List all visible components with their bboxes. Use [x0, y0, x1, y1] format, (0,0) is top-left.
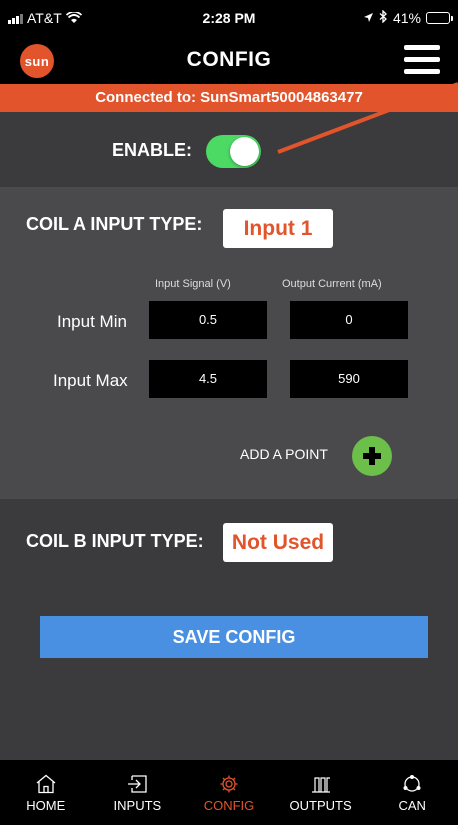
tab-home-label: HOME — [26, 798, 66, 813]
battery-label: 41% — [392, 10, 421, 26]
status-bar: AT&T 2:28 PM 41% — [0, 0, 458, 38]
tab-config-label: CONFIG — [203, 798, 255, 813]
tab-home[interactable]: HOME — [0, 760, 92, 825]
status-right: 41% — [363, 9, 453, 26]
can-icon — [366, 774, 458, 794]
enable-toggle[interactable] — [206, 135, 261, 168]
input-max-label: Input Max — [53, 371, 128, 390]
outputs-icon — [275, 774, 367, 794]
input-max-current-field[interactable]: 590 — [290, 360, 408, 398]
tab-config[interactable]: CONFIG — [183, 760, 275, 825]
input-max-signal-field[interactable]: 4.5 — [149, 360, 267, 398]
tab-inputs[interactable]: INPUTS — [92, 760, 184, 825]
enable-label: ENABLE: — [112, 140, 192, 160]
save-config-button[interactable]: SAVE CONFIG — [40, 616, 428, 658]
tab-can-label: CAN — [398, 798, 426, 813]
column-header-input-signal: Input Signal (V) — [155, 278, 231, 290]
menu-icon[interactable] — [404, 45, 440, 75]
tab-outputs[interactable]: OUTPUTS — [275, 760, 367, 825]
coil-a-title: COIL A INPUT TYPE: — [26, 214, 203, 234]
toggle-knob — [230, 137, 259, 166]
app-header: sun CONFIG — [0, 38, 458, 84]
input-min-current-field[interactable]: 0 — [290, 301, 408, 339]
gear-icon — [183, 774, 275, 794]
coil-a-type-select[interactable]: Input 1 — [223, 209, 333, 248]
home-icon — [0, 774, 92, 794]
add-point-button[interactable] — [352, 436, 392, 476]
input-min-signal-field[interactable]: 0.5 — [149, 301, 267, 339]
tab-can[interactable]: CAN — [366, 760, 458, 825]
tab-inputs-label: INPUTS — [113, 798, 162, 813]
add-point-label[interactable]: ADD A POINT — [240, 446, 328, 462]
annotation-arrow-line — [277, 82, 458, 154]
inputs-icon — [92, 774, 184, 794]
bluetooth-icon — [379, 9, 388, 26]
tab-outputs-label: OUTPUTS — [289, 798, 352, 813]
coil-b-type-select[interactable]: Not Used — [223, 523, 333, 562]
battery-icon — [426, 12, 453, 24]
tab-bar: HOME INPUTS CONFIG OUTPUTS CAN — [0, 760, 458, 825]
input-min-label: Input Min — [57, 312, 127, 331]
page-title: CONFIG — [186, 48, 272, 71]
column-header-output-current: Output Current (mA) — [282, 278, 382, 290]
location-icon — [363, 10, 374, 26]
coil-b-title: COIL B INPUT TYPE: — [26, 531, 204, 551]
